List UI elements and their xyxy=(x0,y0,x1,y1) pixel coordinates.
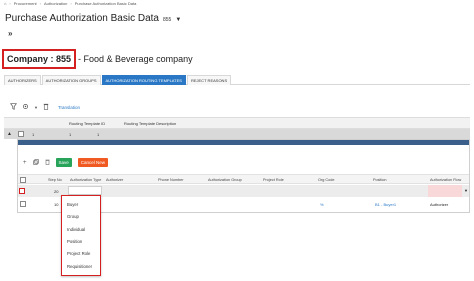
tab-authorizers[interactable]: AUTHORIZERS xyxy=(4,75,41,85)
tab-authorization-routing-templates[interactable]: AUTHORIZATION ROUTING TEMPLATES xyxy=(101,75,186,85)
dropdown-option-group[interactable]: Group xyxy=(67,214,79,219)
dropdown-option-individual[interactable]: Individual xyxy=(67,227,85,232)
org-code-value[interactable]: % xyxy=(320,202,324,207)
filter-icon[interactable] xyxy=(10,103,17,112)
dropdown-option-project-role[interactable]: Project Role xyxy=(67,251,90,256)
column-header-step-no[interactable]: Step No xyxy=(48,178,62,182)
home-icon[interactable]: ⌂ xyxy=(4,1,6,6)
list-toolbar: ▼ Translation xyxy=(10,103,80,112)
breadcrumb-item-current: Purchase Authorization Basic Data xyxy=(74,1,137,6)
column-header-authorizer[interactable]: Authorizer xyxy=(106,178,123,182)
child-table-header: Step No Authorization Type Authorizer Ph… xyxy=(18,174,469,184)
column-header-authorization-type[interactable]: Authorization Type xyxy=(70,178,101,182)
chevron-down-icon[interactable]: ▼ xyxy=(34,105,38,110)
select-all-checkbox[interactable] xyxy=(20,177,26,183)
column-header-org-code[interactable]: Org Code xyxy=(318,178,334,182)
child-toolbar: + Save Cancel New xyxy=(23,158,109,167)
tab-authorization-groups[interactable]: AUTHORIZATION GROUPS xyxy=(41,75,101,85)
copy-icon[interactable] xyxy=(32,158,39,167)
company-number[interactable]: 855 xyxy=(163,17,171,23)
breadcrumb-separator: › xyxy=(39,1,42,6)
company-header: Company : 855 - Food & Beverage company xyxy=(2,49,193,69)
breadcrumb-separator: › xyxy=(9,1,11,6)
breadcrumb: ⌂ › Procurement › Authorization › Purcha… xyxy=(4,1,136,6)
dropdown-option-position[interactable]: Position xyxy=(67,239,82,244)
row-checkbox[interactable] xyxy=(20,201,26,207)
delete-icon[interactable] xyxy=(43,103,49,112)
tab-reject-reasons[interactable]: REJECT REASONS xyxy=(186,75,232,85)
save-button[interactable]: Save xyxy=(55,158,72,167)
collapse-icon[interactable]: ▲ xyxy=(7,131,12,137)
table-header: Routing Template ID Routing Template Des… xyxy=(4,117,470,129)
row-number: 1 xyxy=(32,132,35,137)
tab-bar: AUTHORIZERS AUTHORIZATION GROUPS AUTHORI… xyxy=(4,75,470,85)
column-header-authorization-group[interactable]: Authorization Group xyxy=(208,178,242,182)
step-no-value[interactable]: 20 xyxy=(54,189,58,194)
breadcrumb-item-authorization[interactable]: Authorization xyxy=(44,1,67,6)
page-title: Purchase Authorization Basic Data xyxy=(5,13,159,24)
dropdown-option-requisitioner[interactable]: Requisitioner xyxy=(67,264,92,269)
authorization-flow-cell[interactable] xyxy=(428,185,462,197)
company-label: Company : 855 xyxy=(2,49,77,69)
authorization-type-dropdown: Buyer Group Individual Position Project … xyxy=(61,195,101,276)
page-title-bar: Purchase Authorization Basic Data 855 ▼ xyxy=(5,13,181,24)
breadcrumb-separator: › xyxy=(70,1,72,6)
step-no-value: 10 xyxy=(54,202,59,207)
company-name: - Food & Beverage company xyxy=(78,54,193,64)
panel-header-bar xyxy=(18,140,469,145)
authorization-flow-value: Authorizer xyxy=(430,202,449,207)
template-id-value: 1 xyxy=(69,132,72,137)
table-row[interactable]: ▲ 1 1 1 xyxy=(4,129,470,139)
column-header-template-description[interactable]: Routing Template Description xyxy=(124,121,176,126)
chevron-down-icon[interactable]: ▼ xyxy=(175,17,181,23)
column-header-position[interactable]: Position xyxy=(373,178,387,182)
template-description-value: 1 xyxy=(97,132,100,137)
column-header-authorization-flow[interactable]: Authorization Flow xyxy=(430,178,461,182)
column-header-phone-number[interactable]: Phone Number xyxy=(158,178,184,182)
cancel-new-button[interactable]: Cancel New xyxy=(77,158,109,167)
column-header-template-id[interactable]: Routing Template ID xyxy=(69,121,105,126)
authorization-type-select[interactable] xyxy=(68,186,102,195)
expand-icon[interactable]: » xyxy=(8,29,12,38)
settings-icon[interactable] xyxy=(22,103,29,112)
breadcrumb-item-procurement[interactable]: Procurement xyxy=(14,1,37,6)
dropdown-option-buyer[interactable]: Buyer xyxy=(67,202,78,207)
add-icon[interactable]: + xyxy=(23,160,27,166)
position-value[interactable]: B1 - Buyer1 xyxy=(375,202,396,207)
row-checkbox[interactable] xyxy=(18,131,24,137)
delete-icon[interactable] xyxy=(45,159,50,167)
translation-link[interactable]: Translation xyxy=(58,105,80,110)
row-checkbox[interactable] xyxy=(19,188,25,194)
chevron-down-icon[interactable]: ▼ xyxy=(464,188,468,193)
column-header-project-role[interactable]: Project Role xyxy=(263,178,284,182)
